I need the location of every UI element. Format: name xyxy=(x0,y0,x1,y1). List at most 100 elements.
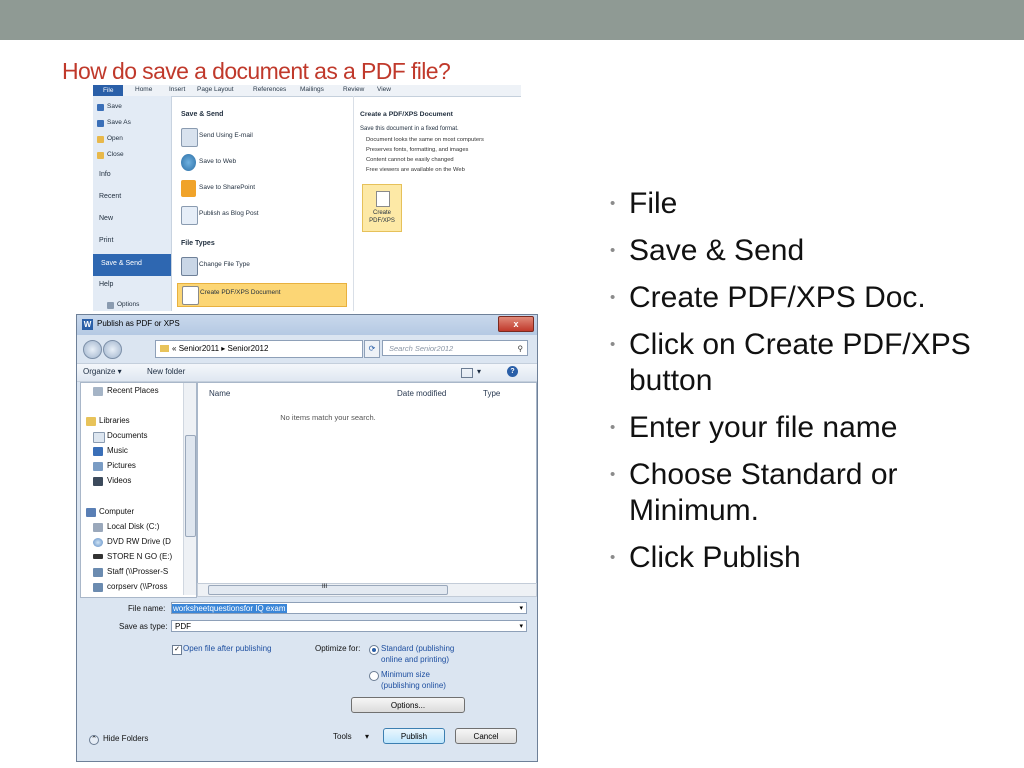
option-create-pdf-xps[interactable]: Create PDF/XPS Document xyxy=(177,283,347,307)
option-change-file-type[interactable]: Change File Type xyxy=(199,261,250,268)
open-after-checkbox[interactable]: ✓ xyxy=(172,645,182,655)
standard-label-line2[interactable]: online and printing) xyxy=(381,655,449,664)
tab-insert[interactable]: Insert xyxy=(169,86,185,93)
tools-chevron-icon[interactable]: ▾ xyxy=(365,732,369,741)
steps-list: File Save & Send Create PDF/XPS Doc. Cli… xyxy=(610,186,1010,587)
dialog-title-bar[interactable]: W Publish as PDF or XPS x xyxy=(77,315,537,335)
organize-menu[interactable]: Organize ▾ xyxy=(83,367,122,376)
menu-info[interactable]: Info xyxy=(99,171,111,178)
nav-staff[interactable]: Staff (\\Prosser-S xyxy=(107,567,168,576)
email-icon xyxy=(181,128,198,147)
hide-folders-button[interactable]: Hide Folders xyxy=(103,734,148,743)
tab-page-layout[interactable]: Page Layout xyxy=(197,86,234,93)
menu-help[interactable]: Help xyxy=(99,281,113,288)
refresh-icon[interactable]: ⟳ xyxy=(364,340,380,358)
hscroll-grip: III xyxy=(322,584,328,590)
nav-store-n-go[interactable]: STORE N GO (E:) xyxy=(107,552,172,561)
step-item: File xyxy=(610,186,1010,222)
file-list-hscroll[interactable]: III xyxy=(197,583,537,597)
nav-recent-places[interactable]: Recent Places xyxy=(107,386,159,395)
menu-recent[interactable]: Recent xyxy=(99,193,121,200)
minimum-radio[interactable] xyxy=(369,671,379,681)
breadcrumb-senior2011[interactable]: Senior2011 xyxy=(179,344,219,353)
menu-open[interactable]: Open xyxy=(107,135,123,142)
file-name-label: File name: xyxy=(128,604,166,613)
blog-post-icon xyxy=(181,206,198,225)
pdf-panel-title: Create a PDF/XPS Document xyxy=(360,111,453,118)
save-icon xyxy=(97,104,104,111)
minimum-label-line1[interactable]: Minimum size xyxy=(381,670,430,679)
tab-home[interactable]: Home xyxy=(135,86,152,93)
menu-new[interactable]: New xyxy=(99,215,113,222)
menu-close[interactable]: Close xyxy=(107,151,124,158)
network-drive-icon xyxy=(93,568,103,577)
nav-libraries[interactable]: Libraries xyxy=(99,416,130,425)
view-icon[interactable] xyxy=(461,368,473,378)
tab-references[interactable]: References xyxy=(253,86,286,93)
tab-review[interactable]: Review xyxy=(343,86,364,93)
recent-places-icon xyxy=(93,387,103,396)
nav-computer[interactable]: Computer xyxy=(99,507,134,516)
forward-arrow-icon[interactable] xyxy=(103,340,122,359)
step-item: Click Publish xyxy=(610,540,1010,576)
tab-file[interactable]: File xyxy=(93,85,124,96)
close-button[interactable]: x xyxy=(498,316,534,332)
tab-mailings[interactable]: Mailings xyxy=(300,86,324,93)
nav-videos[interactable]: Videos xyxy=(107,476,131,485)
address-bar[interactable]: « Senior2011 ▸ Senior2012 xyxy=(155,340,363,358)
tools-menu[interactable]: Tools xyxy=(333,732,352,741)
chevron-down-icon[interactable]: ▾ xyxy=(519,621,523,633)
search-placeholder: Search Senior2012 xyxy=(389,344,454,353)
breadcrumb-senior2012[interactable]: Senior2012 xyxy=(228,344,269,353)
cancel-button[interactable]: Cancel xyxy=(455,728,517,744)
nav-scroll-thumb[interactable] xyxy=(185,435,196,537)
nav-pictures[interactable]: Pictures xyxy=(107,461,136,470)
save-type-label: Save as type: xyxy=(119,622,168,631)
publish-button[interactable]: Publish xyxy=(383,728,445,744)
menu-save-as[interactable]: Save As xyxy=(107,119,131,126)
nav-scrollbar[interactable] xyxy=(183,383,196,595)
step-item: Choose Standard or Minimum. xyxy=(610,457,1010,529)
standard-label-line1[interactable]: Standard (publishing xyxy=(381,644,454,653)
option-save-to-sharepoint[interactable]: Save to SharePoint xyxy=(199,184,255,191)
hscroll-thumb[interactable] xyxy=(208,585,448,595)
navigation-pane: Recent Places Libraries Documents Music … xyxy=(80,382,197,598)
standard-radio[interactable] xyxy=(369,645,379,655)
change-file-type-icon xyxy=(181,257,198,276)
tab-view[interactable]: View xyxy=(377,86,391,93)
dialog-toolbar: Organize ▾ New folder ▾ ? xyxy=(77,363,537,382)
option-publish-blog[interactable]: Publish as Blog Post xyxy=(199,210,259,217)
column-date-modified[interactable]: Date modified xyxy=(397,389,446,398)
nav-music[interactable]: Music xyxy=(107,446,128,455)
open-after-label[interactable]: Open file after publishing xyxy=(183,644,272,653)
help-icon[interactable]: ? xyxy=(507,366,518,377)
minimum-label-line2[interactable]: (publishing online) xyxy=(381,681,446,690)
menu-options[interactable]: Options xyxy=(117,301,139,308)
nav-documents[interactable]: Documents xyxy=(107,431,147,440)
menu-print[interactable]: Print xyxy=(99,237,113,244)
option-save-to-web[interactable]: Save to Web xyxy=(199,158,236,165)
nav-corpserv[interactable]: corpserv (\\Pross xyxy=(107,582,167,591)
back-arrow-icon[interactable] xyxy=(83,340,102,359)
column-type[interactable]: Type xyxy=(483,389,500,398)
create-pdf-xps-button[interactable]: Create PDF/XPS xyxy=(362,184,402,232)
chevron-down-icon[interactable]: ▾ xyxy=(519,603,523,615)
new-folder-button[interactable]: New folder xyxy=(147,367,185,376)
menu-save-send[interactable]: Save & Send xyxy=(93,254,171,276)
options-button[interactable]: Options... xyxy=(351,697,465,713)
menu-save[interactable]: Save xyxy=(107,103,122,110)
hide-folders-icon[interactable]: ⌃ xyxy=(89,735,99,745)
pictures-icon xyxy=(93,462,103,471)
view-dropdown-icon[interactable]: ▾ xyxy=(477,367,481,376)
step-item: Create PDF/XPS Doc. xyxy=(610,280,1010,316)
slide-title: How do save a document as a PDF file? xyxy=(62,58,451,84)
search-input[interactable]: Search Senior2012 ⚲ xyxy=(382,340,528,356)
file-name-input[interactable]: worksheetquestionsfor IQ exam ▾ xyxy=(171,602,527,614)
nav-local-disk[interactable]: Local Disk (C:) xyxy=(107,522,159,531)
nav-dvd-drive[interactable]: DVD RW Drive (D xyxy=(107,537,171,546)
file-types-heading: File Types xyxy=(181,240,215,247)
column-name[interactable]: Name xyxy=(209,389,230,398)
file-list: Name Date modified Type No items match y… xyxy=(197,382,537,584)
option-send-email[interactable]: Send Using E-mail xyxy=(199,132,253,139)
save-type-select[interactable]: PDF ▾ xyxy=(171,620,527,632)
